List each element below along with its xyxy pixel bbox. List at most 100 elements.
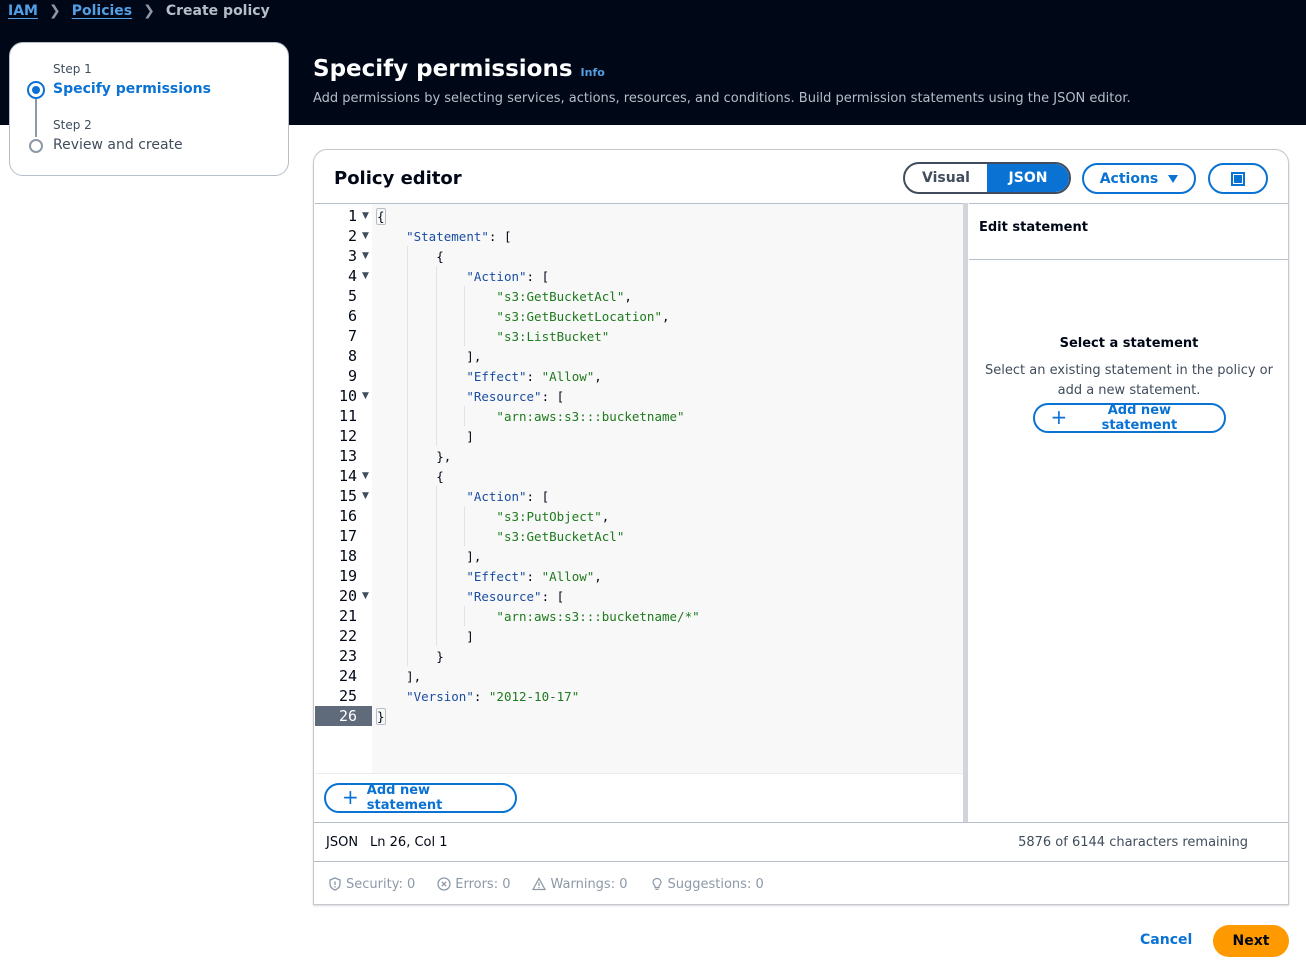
code-line[interactable]: 10 ▼ "Resource": [	[315, 386, 963, 406]
cancel-button[interactable]: Cancel	[1140, 932, 1192, 948]
code-line[interactable]: 14 ▼ {	[315, 466, 963, 486]
line-number: 3	[347, 247, 357, 265]
line-number: 20	[338, 587, 357, 605]
code-line[interactable]: 7 "s3:ListBucket"	[315, 326, 963, 346]
line-number: 13	[338, 447, 357, 465]
indent-guide	[435, 386, 437, 406]
indent-guide	[407, 446, 408, 466]
panel-add-new-statement-button[interactable]: + Add new statement	[1032, 403, 1226, 433]
fold-toggle-icon[interactable]: ▼	[359, 231, 372, 241]
code-text: "Action": [	[466, 268, 550, 284]
code-line[interactable]: 2 ▼ "Statement": [	[315, 226, 963, 246]
fold-toggle-icon[interactable]: ▼	[359, 471, 372, 481]
indent-guide	[407, 646, 408, 666]
mode-visual-button[interactable]: Visual	[905, 164, 987, 192]
code-line[interactable]: 18 ],	[315, 546, 963, 566]
indent-guide	[464, 526, 465, 546]
errors-label: Errors: 0	[455, 876, 511, 892]
indent-guide	[407, 266, 408, 286]
indent-guide	[435, 426, 437, 446]
indent-guide	[407, 586, 408, 606]
code-line[interactable]: 24 ],	[315, 666, 963, 686]
fold-toggle-icon[interactable]: ▼	[359, 251, 372, 261]
indent-guide	[407, 506, 408, 526]
security-findings-tab[interactable]: Security: 0	[328, 877, 415, 892]
indent-guide	[435, 506, 437, 526]
panel-resize-handle[interactable]	[963, 203, 968, 822]
code-line[interactable]: 1 ▼ {	[315, 206, 963, 226]
code-line[interactable]: 26}	[315, 706, 963, 726]
json-code-editor[interactable]: 1 ▼{2 ▼ "Statement": [3 ▼ {4 ▼ "Action": [5 …	[315, 203, 963, 774]
breadcrumb-policies[interactable]: Policies	[72, 3, 132, 19]
suggestions-tab[interactable]: Suggestions: 0	[650, 877, 764, 892]
add-new-statement-button[interactable]: + Add new statement	[324, 783, 517, 813]
code-line[interactable]: 22 ]	[315, 626, 963, 646]
breadcrumb: IAM ❯ Policies ❯ Create policy	[8, 3, 270, 19]
line-number: 16	[338, 507, 357, 525]
warnings-tab[interactable]: Warnings: 0	[532, 877, 628, 892]
code-line[interactable]: 6 "s3:GetBucketLocation",	[315, 306, 963, 326]
code-text: "Resource": [	[466, 588, 565, 604]
code-line[interactable]: 12 ]	[315, 426, 963, 446]
code-line[interactable]: 11 "arn:aws:s3:::bucketname"	[315, 406, 963, 426]
status-language: JSON	[326, 834, 359, 850]
code-line[interactable]: 20 ▼ "Resource": [	[315, 586, 963, 606]
fold-toggle-icon[interactable]: ▼	[359, 391, 372, 401]
code-line[interactable]: 17 "s3:GetBucketAcl"	[315, 526, 963, 546]
code-line[interactable]: 8 ],	[315, 346, 963, 366]
plus-icon: +	[342, 785, 359, 809]
actions-dropdown-button[interactable]: Actions	[1082, 163, 1196, 194]
fold-toggle-icon[interactable]: ▼	[359, 491, 372, 501]
next-button[interactable]: Next	[1213, 925, 1289, 957]
indent-guide	[435, 266, 437, 286]
shield-icon	[329, 877, 341, 891]
errors-tab[interactable]: Errors: 0	[437, 877, 510, 892]
edit-statement-panel: Edit statement Select a statement Select…	[969, 203, 1288, 822]
line-number: 11	[338, 407, 357, 425]
code-line[interactable]: 9 "Effect": "Allow",	[315, 366, 963, 386]
code-line[interactable]: 13 },	[315, 446, 963, 466]
breadcrumb-iam[interactable]: IAM	[8, 3, 38, 19]
chevron-right-icon: ❯	[143, 3, 155, 19]
line-number: 1	[347, 207, 357, 225]
code-line[interactable]: 16 "s3:PutObject",	[315, 506, 963, 526]
fold-toggle-icon[interactable]: ▼	[359, 211, 372, 221]
code-line[interactable]: 5 "s3:GetBucketAcl",	[315, 286, 963, 306]
fold-toggle-icon[interactable]: ▼	[359, 271, 372, 281]
step-inactive-indicator-icon	[29, 139, 43, 153]
info-link[interactable]: Info	[581, 66, 605, 79]
line-number: 21	[338, 607, 357, 625]
code-text: "arn:aws:s3:::bucketname"	[496, 408, 685, 424]
indent-guide	[435, 526, 437, 546]
empty-state-description: Select an existing statement in the poli…	[985, 363, 1273, 398]
code-line[interactable]: 19 "Effect": "Allow",	[315, 566, 963, 586]
line-number: 23	[338, 647, 357, 665]
code-line[interactable]: 23 }	[315, 646, 963, 666]
step-2-label: Step 2	[53, 118, 92, 132]
page-title: Specify permissions	[313, 56, 573, 82]
line-number: 17	[338, 527, 357, 545]
code-text: }	[376, 707, 386, 725]
line-number: 8	[347, 347, 357, 365]
indent-guide	[407, 366, 408, 386]
indent-guide	[435, 486, 437, 506]
code-line[interactable]: 4 ▼ "Action": [	[315, 266, 963, 286]
code-text: "Statement": [	[406, 228, 512, 244]
indent-guide	[407, 306, 408, 326]
code-line[interactable]: 15 ▼ "Action": [	[315, 486, 963, 506]
fullscreen-icon	[1231, 171, 1245, 186]
code-line[interactable]: 3 ▼ {	[315, 246, 963, 266]
code-line[interactable]: 21 "arn:aws:s3:::bucketname/*"	[315, 606, 963, 626]
fullscreen-button[interactable]	[1208, 163, 1268, 194]
indent-guide	[464, 506, 465, 526]
fold-toggle-icon[interactable]: ▼	[359, 591, 372, 601]
indent-guide	[407, 466, 408, 486]
code-text: {	[376, 207, 386, 225]
code-line[interactable]: 25 "Version": "2012-10-17"	[315, 686, 963, 706]
indent-guide	[435, 606, 437, 626]
policy-validation-summary: Security: 0 Errors: 0 Warnings: 0 Sugges…	[314, 862, 1288, 904]
policy-editor-card: Policy editor Visual JSON Actions 1 ▼{2 ▼ …	[313, 149, 1289, 905]
page-description: Add permissions by selecting services, a…	[313, 91, 1131, 106]
step-1-title[interactable]: Specify permissions	[53, 81, 211, 97]
mode-json-button[interactable]: JSON	[987, 164, 1069, 192]
